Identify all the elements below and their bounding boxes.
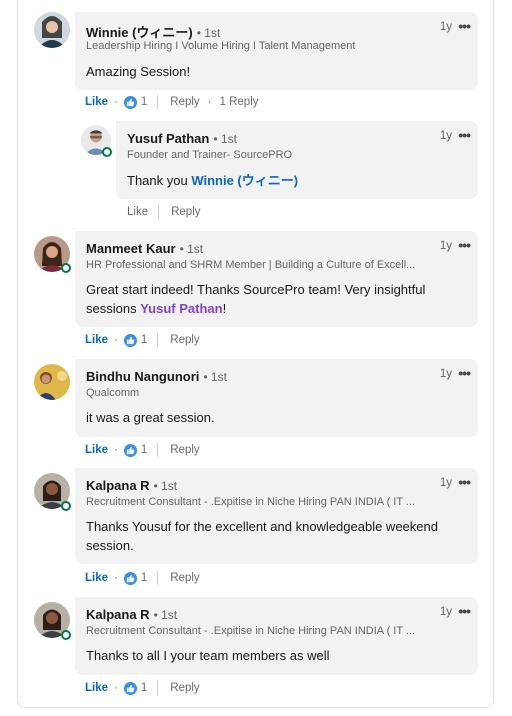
author-headline: Recruitment Consultant - .Expitise in Ni… [86, 496, 416, 508]
avatar[interactable] [34, 12, 70, 48]
reply-button[interactable]: Reply [170, 572, 199, 584]
comment-bubble: Kalpana R • 1st Recruitment Consultant - … [75, 468, 478, 564]
comment-text-part: ! [222, 301, 227, 316]
comment-text-part: Thank you [127, 173, 192, 188]
comment-actions: Like · 1 Reply · 1 Reply [85, 95, 259, 109]
like-button[interactable]: Like [85, 682, 108, 694]
like-reaction-icon[interactable] [123, 333, 137, 347]
timestamp: 1y [439, 368, 452, 380]
comment-actions: Like · 1 Reply [85, 333, 200, 347]
reaction-count[interactable]: 1 [141, 682, 147, 694]
comment-actions: Like · 1 Reply [85, 681, 200, 695]
comment-text-line: sessions Yusuf Pathan! [86, 299, 425, 318]
more-horizontal-icon[interactable]: ••• [458, 365, 471, 381]
comment-text: Great start indeed! Thanks SourcePro tea… [86, 280, 425, 318]
timestamp: 1y [439, 477, 452, 489]
comment-text: it was a great session. [86, 410, 215, 425]
mention-link[interactable]: Winnie (ウィニー) [191, 173, 298, 188]
comment-text-line: Thanks Yousuf for the excellent and know… [86, 519, 438, 534]
reaction-count[interactable]: 1 [141, 444, 147, 456]
action-divider [157, 333, 159, 347]
comment-bubble: Kalpana R • 1st Recruitment Consultant - … [75, 597, 478, 675]
more-horizontal-icon[interactable]: ••• [458, 474, 471, 490]
comment-bubble: Winnie (ウィニー) • 1st Leadership Hiring I V… [75, 12, 478, 90]
action-divider [158, 205, 160, 219]
action-divider [157, 681, 159, 695]
connection-degree: • 1st [196, 26, 221, 40]
comment-text-line: session. [86, 538, 134, 553]
comment-bubble: Yusuf Pathan • 1st Founder and Trainer- S… [116, 121, 478, 199]
author-headline: HR Professional and SHRM Member | Buildi… [86, 259, 416, 271]
separator-dot: · [114, 96, 118, 108]
comment-text-part: sessions [86, 301, 141, 316]
reply-button[interactable]: Reply [170, 334, 199, 346]
reaction-count[interactable]: 1 [141, 96, 147, 108]
connection-degree: • 1st [153, 608, 178, 622]
separator-dot: · [114, 444, 118, 456]
separator-dot: · [114, 334, 118, 346]
more-horizontal-icon[interactable]: ••• [458, 18, 471, 34]
reaction-count[interactable]: 1 [141, 572, 147, 584]
reply-count-link[interactable]: 1 Reply [220, 96, 259, 108]
comment-actions: Like Reply [127, 205, 201, 219]
author-name[interactable]: Bindhu Nangunori [86, 369, 199, 384]
action-divider [157, 95, 159, 109]
like-reaction-icon[interactable] [123, 443, 137, 457]
online-status-indicator [61, 501, 71, 511]
online-status-indicator [102, 147, 112, 157]
like-reaction-icon[interactable] [123, 571, 137, 585]
comment-bubble: Manmeet Kaur • 1st HR Professional and SH… [75, 231, 478, 327]
separator-dot: · [114, 572, 118, 584]
mention-link[interactable]: Yusuf Pathan [140, 301, 222, 316]
like-button[interactable]: Like [85, 96, 108, 108]
separator-dot: · [114, 682, 118, 694]
author-headline: Founder and Trainer- SourcePRO [127, 149, 293, 161]
reply-button[interactable]: Reply [170, 682, 199, 694]
reply-button[interactable]: Reply [170, 96, 199, 108]
connection-degree: • 1st [179, 242, 204, 256]
connection-degree: • 1st [153, 479, 178, 493]
connection-degree: • 1st [203, 370, 227, 384]
like-button[interactable]: Like [85, 334, 108, 346]
like-button[interactable]: Like [85, 572, 108, 584]
timestamp: 1y [439, 240, 452, 252]
author-name[interactable]: Winnie (ウィニー) [86, 25, 193, 40]
reply-button[interactable]: Reply [170, 444, 199, 456]
comment-text: Thanks Yousuf for the excellent and know… [86, 517, 438, 555]
author-name[interactable]: Kalpana R [86, 607, 150, 622]
comment-text-line: Great start indeed! Thanks SourcePro tea… [86, 282, 426, 297]
more-horizontal-icon[interactable]: ••• [458, 237, 471, 253]
more-horizontal-icon[interactable]: ••• [458, 127, 471, 143]
action-divider [157, 443, 159, 457]
online-status-indicator [61, 263, 71, 273]
like-reaction-icon[interactable] [123, 681, 137, 695]
comment-text: Thanks to all I your team members as wel… [86, 648, 330, 663]
connection-degree: • 1st [213, 132, 237, 146]
comment-bubble: Bindhu Nangunori • 1st Qualcomm 1y ••• it… [75, 359, 478, 437]
action-divider [157, 571, 159, 585]
like-reaction-icon[interactable] [123, 95, 137, 109]
author-headline: Leadership Hiring I Volume Hiring I Tale… [86, 40, 356, 52]
comment-text: Thank you Winnie (ウィニー) [127, 171, 298, 190]
comment-text: Amazing Session! [86, 64, 191, 79]
reply-button[interactable]: Reply [171, 206, 200, 218]
author-name[interactable]: Yusuf Pathan [127, 131, 209, 146]
like-button[interactable]: Like [127, 206, 148, 218]
online-status-indicator [61, 630, 71, 640]
author-name[interactable]: Manmeet Kaur [86, 241, 176, 256]
like-button[interactable]: Like [85, 444, 108, 456]
timestamp: 1y [439, 130, 452, 142]
reaction-count[interactable]: 1 [141, 334, 147, 346]
separator-dot: · [207, 96, 212, 108]
timestamp: 1y [439, 606, 452, 618]
comment-actions: Like · 1 Reply [85, 443, 200, 457]
author-headline: Recruitment Consultant - .Expitise in Ni… [86, 625, 416, 637]
author-headline: Qualcomm [86, 387, 140, 399]
timestamp: 1y [439, 21, 452, 33]
comment-actions: Like · 1 Reply [85, 571, 200, 585]
more-horizontal-icon[interactable]: ••• [458, 603, 471, 619]
avatar[interactable] [34, 364, 70, 400]
author-name[interactable]: Kalpana R [86, 478, 150, 493]
